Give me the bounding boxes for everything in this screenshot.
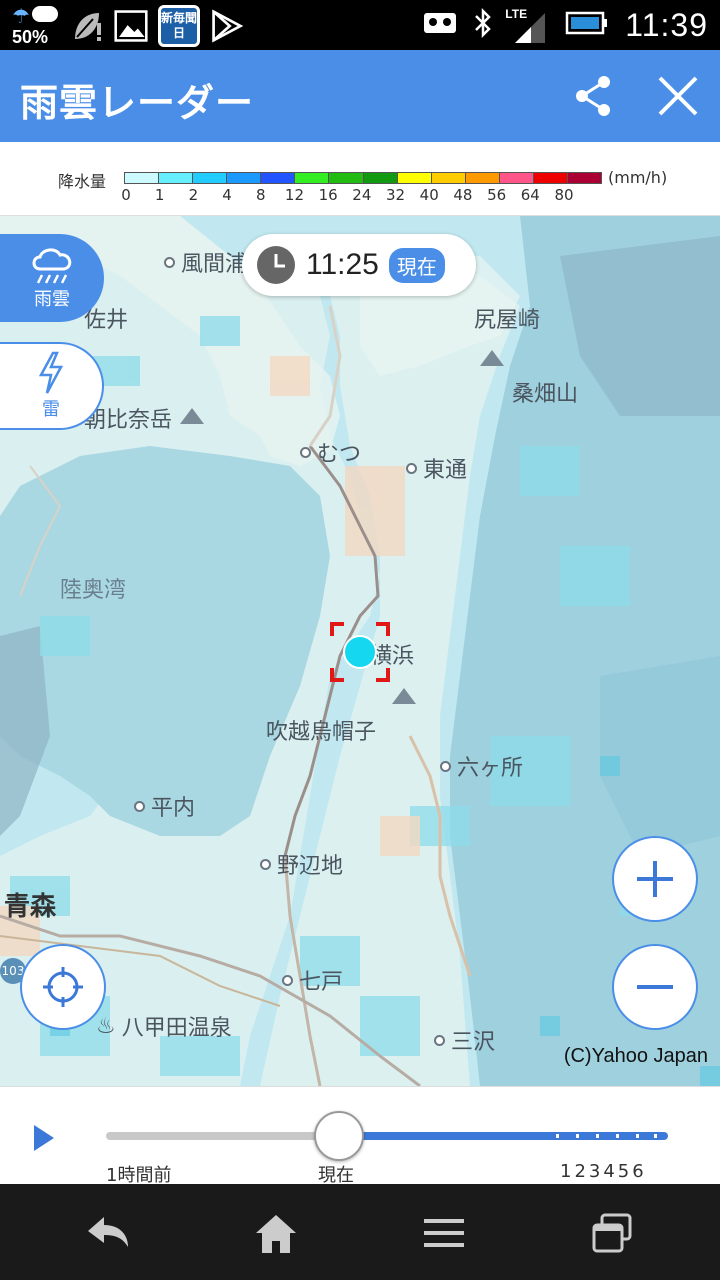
cassette-icon — [423, 10, 457, 40]
legend-tick-label: 56 — [487, 186, 507, 204]
minus-icon — [637, 985, 673, 989]
menu-button[interactable] — [414, 1208, 474, 1258]
legend-tick-label: 80 — [554, 186, 574, 204]
place-higashidori: 東通 — [406, 452, 467, 484]
share-icon — [576, 76, 610, 116]
legend-color-swatch — [533, 173, 569, 183]
now-badge: 現在 — [388, 247, 445, 283]
crosshair-icon — [43, 967, 83, 1007]
place-misawa: 三沢 — [434, 1024, 495, 1056]
timeline-hour-labels: 123456 — [560, 1161, 647, 1182]
precipitation-legend: 降水量 0 1 2 4 8 12 16 24 32 40 48 56 64 80 (mm/h) — [0, 142, 720, 216]
rain-cloud-icon — [32, 248, 72, 284]
legend-color-swatch — [295, 173, 330, 183]
legend-color-swatch — [329, 173, 364, 183]
legend-tick-label: 4 — [222, 186, 232, 204]
legend-unit: (mm/h) — [608, 168, 668, 187]
hot-spring-icon: ♨ — [96, 1013, 116, 1039]
clock: 11:39 — [625, 6, 708, 43]
zoom-out-button[interactable] — [612, 944, 698, 1030]
recent-apps-button[interactable] — [582, 1208, 642, 1258]
share-button[interactable] — [568, 70, 618, 122]
status-bar: ☂ 50% 新毎聞日 LTE 11:39 — [0, 0, 720, 50]
plus-icon — [637, 861, 673, 897]
map-copyright: (C)Yahoo Japan — [563, 1045, 708, 1067]
legend-color-swatch — [465, 173, 500, 183]
legend-color-swatch — [159, 173, 194, 183]
legend-ticks: 0 1 2 4 8 12 16 24 32 40 48 56 64 80 — [0, 186, 720, 206]
home-button[interactable] — [246, 1208, 306, 1258]
timeline-future-track[interactable] — [336, 1132, 668, 1140]
zoom-in-button[interactable] — [612, 836, 698, 922]
current-location-marker — [330, 622, 390, 682]
close-icon — [658, 76, 698, 116]
legend-color-swatch — [193, 173, 228, 183]
signal-icon: LTE — [505, 5, 549, 45]
app-bar: 雨雲レーダー — [0, 50, 720, 142]
system-nav-bar — [0, 1184, 720, 1280]
play-button[interactable] — [34, 1125, 54, 1151]
legend-color-swatch — [125, 173, 160, 183]
play-store-icon — [210, 7, 244, 45]
legend-color-swatch — [568, 173, 602, 183]
timeline-bar: 1時間前 現在 123456 — [0, 1086, 720, 1186]
legend-color-bar — [124, 172, 602, 184]
place-shichinohe: 七戸 — [282, 964, 343, 996]
leaf-notification-icon — [70, 7, 104, 45]
tab-rain-label: 雨雲 — [34, 289, 70, 310]
legend-tick-label: 64 — [520, 186, 540, 204]
time-indicator: 11:25 現在 — [242, 234, 476, 296]
timeline-slider-handle[interactable] — [314, 1111, 364, 1161]
battery-icon — [565, 11, 609, 39]
place-kuwahatayama: 桑畑山 — [512, 382, 579, 407]
place-hiranai: 平内 — [134, 790, 195, 822]
place-mutsu: むつ — [300, 436, 361, 468]
home-icon — [256, 1215, 296, 1253]
back-icon — [88, 1217, 128, 1247]
clock-icon — [257, 246, 295, 284]
tab-thunder[interactable]: 雷 — [0, 342, 104, 430]
place-noheji: 野辺地 — [260, 848, 343, 880]
close-button[interactable] — [652, 70, 702, 122]
legend-tick-label: 16 — [318, 186, 338, 204]
radar-time: 11:25 — [306, 248, 379, 281]
legend-color-swatch — [363, 173, 398, 183]
legend-tick-label: 48 — [453, 186, 473, 204]
tab-rain-cloud[interactable]: 雨雲 — [0, 234, 104, 322]
legend-tick-label: 0 — [121, 186, 131, 204]
legend-color-swatch — [499, 173, 534, 183]
legend-tick-label: 12 — [284, 186, 304, 204]
tab-thunder-label: 雷 — [42, 399, 60, 420]
timeline-past-track[interactable] — [106, 1132, 336, 1140]
lightning-icon — [38, 351, 64, 394]
menu-icon — [424, 1219, 464, 1247]
legend-tick-label: 1 — [154, 186, 165, 204]
weather-status-icon: ☂ 50% — [10, 4, 60, 48]
bluetooth-icon — [473, 7, 493, 43]
legend-tick-label: 8 — [255, 186, 266, 204]
legend-tick-label: 2 — [188, 186, 199, 204]
news-app-icon: 新毎聞日 — [158, 5, 200, 47]
my-location-button[interactable] — [20, 944, 106, 1030]
legend-color-swatch — [261, 173, 296, 183]
back-button[interactable] — [78, 1208, 138, 1258]
recent-apps-icon — [592, 1213, 632, 1253]
place-rokkasho: 六ヶ所 — [440, 750, 523, 782]
legend-tick-label: 24 — [352, 186, 372, 204]
place-fukkoshi: 吹越烏帽子 — [266, 720, 377, 745]
legend-color-swatch — [397, 173, 432, 183]
page-title: 雨雲レーダー — [20, 81, 255, 125]
legend-tick-label: 32 — [385, 186, 406, 204]
legend-color-swatch — [431, 173, 466, 183]
place-mutsuwan: 陸奥湾 — [60, 578, 127, 603]
legend-color-swatch — [227, 173, 262, 183]
rain-percent: 50% — [12, 27, 49, 47]
legend-tick-label: 40 — [419, 186, 439, 204]
place-hakkoda: ♨ 八甲田温泉 — [96, 1013, 232, 1042]
radar-map[interactable]: 風間浦 佐井 尻屋崎 桑畑山 朝比奈岳 むつ 東通 陸奥湾 横浜 吹越烏帽子 六… — [0, 216, 720, 1086]
place-kazamaura: 風間浦 — [164, 246, 247, 278]
place-aomori: 青森 — [4, 892, 57, 922]
image-notification-icon — [114, 7, 148, 45]
place-shiriyazaki: 尻屋崎 — [474, 308, 541, 333]
